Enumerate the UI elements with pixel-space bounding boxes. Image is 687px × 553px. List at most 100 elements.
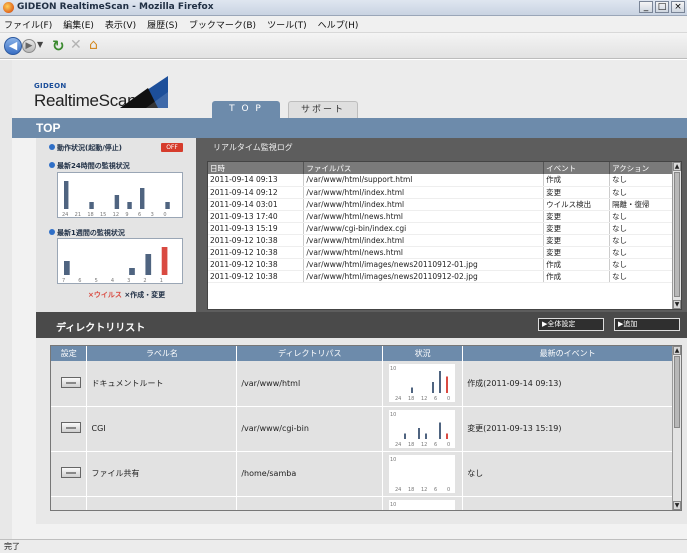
scroll-thumb[interactable] <box>674 356 680 428</box>
log-action: なし <box>609 186 674 199</box>
dir-latest-event: 作成(2011-09-14 09:13) <box>462 361 673 407</box>
directory-row[interactable]: ファイル共有/home/samba 10 24 18 12 6 0 なし <box>51 451 673 497</box>
dir-col-label: ラベル名 <box>86 346 238 361</box>
menu-history[interactable]: 履歴(S) <box>147 18 178 31</box>
settings-icon[interactable] <box>61 376 81 388</box>
dir-settings-cell <box>51 451 88 497</box>
log-col-filepath[interactable]: ファイルパス <box>303 162 545 174</box>
chart-tick-label: 2 <box>143 278 146 284</box>
log-title: リアルタイム監視ログ <box>213 143 293 152</box>
sparkline-tick-label: 18 <box>408 487 414 493</box>
dir-label: CGI <box>86 406 238 452</box>
log-row[interactable]: 2011-09-12 10:38/var/www/html/index.html… <box>208 234 674 247</box>
menu-view[interactable]: 表示(V) <box>105 18 136 31</box>
close-button[interactable]: × <box>671 1 685 13</box>
minimize-button[interactable]: _ <box>639 1 653 13</box>
add-directory-button[interactable]: ▶追加 <box>614 318 680 331</box>
sparkline-tick-label: 6 <box>434 396 437 402</box>
log-filepath: /var/www/html/news.html <box>303 246 545 259</box>
navigation-toolbar: ◀ ▶ ▼ ↻ ✕ ⌂ <box>0 33 687 59</box>
log-row[interactable]: 2011-09-14 09:13/var/www/html/support.ht… <box>208 174 674 187</box>
sparkline-tick-label: 12 <box>421 487 427 493</box>
log-col-action[interactable]: アクション <box>609 162 674 174</box>
scroll-up-icon[interactable]: ▲ <box>673 162 681 171</box>
settings-icon[interactable] <box>61 422 81 433</box>
log-row[interactable]: 2011-09-13 17:40/var/www/html/news.html 変… <box>208 210 674 223</box>
log-row[interactable]: 2011-09-13 15:19/var/www/cgi-bin/index.c… <box>208 222 674 235</box>
menu-help[interactable]: ヘルプ(H) <box>318 18 359 31</box>
stop-icon[interactable]: ✕ <box>70 37 82 53</box>
log-scrollbar[interactable]: ▲ ▼ <box>672 162 681 309</box>
log-event: 作成 <box>543 258 611 271</box>
forward-icon[interactable]: ▶ <box>22 39 36 53</box>
dir-label: ファイル共有 <box>86 451 238 497</box>
directory-scrollbar[interactable]: ▲ ▼ <box>672 346 681 510</box>
sparkline-bar <box>446 376 449 394</box>
history-dropdown-icon[interactable]: ▼ <box>37 40 43 49</box>
maximize-button[interactable]: □ <box>655 1 669 13</box>
log-datetime: 2011-09-14 03:01 <box>208 198 305 211</box>
scroll-up-icon[interactable]: ▲ <box>673 346 681 355</box>
directory-table-container[interactable]: 設定 ラベル名 ディレクトリパス 状況 最新のイベント ドキュメントルート/va… <box>50 345 682 511</box>
directory-row[interactable]: CGI/var/www/cgi-bin 10 24 18 12 6 0 変更(2011-09-… <box>51 406 673 452</box>
reload-icon[interactable]: ↻ <box>52 37 65 55</box>
sparkline-tick-label: 12 <box>421 442 427 448</box>
dir-status-cell: 1024181260 <box>382 451 464 497</box>
log-row[interactable]: 2011-09-12 10:38/var/www/html/images/new… <box>208 258 674 271</box>
home-icon[interactable]: ⌂ <box>89 37 98 53</box>
log-filepath: /var/www/html/index.html <box>303 234 545 247</box>
all-settings-button[interactable]: ▶全体設定 <box>538 318 604 331</box>
logo-brand: GIDEON <box>34 82 67 90</box>
sparkline-bar <box>432 382 435 394</box>
dir-latest-event <box>462 496 673 510</box>
chart-tick-label: 9 <box>125 212 128 218</box>
log-col-event[interactable]: イベント <box>543 162 611 174</box>
log-datetime: 2011-09-12 10:38 <box>208 258 305 271</box>
log-datetime: 2011-09-14 09:13 <box>208 174 305 187</box>
log-row[interactable]: 2011-09-14 03:01/var/www/html/index.html… <box>208 198 674 211</box>
log-datetime: 2011-09-12 10:38 <box>208 246 305 259</box>
tab-support[interactable]: サポート <box>288 101 358 118</box>
dir-label: ドキュメントルート <box>86 361 238 407</box>
menu-bookmarks[interactable]: ブックマーク(B) <box>189 18 256 31</box>
sparkline-max-label: 10 <box>390 502 396 508</box>
chart-bar <box>165 202 170 209</box>
back-icon[interactable]: ◀ <box>4 37 22 55</box>
firefox-icon <box>3 2 14 13</box>
tab-top[interactable]: T O P <box>212 101 280 118</box>
dir-latest-event: 変更(2011-09-13 15:19) <box>462 406 673 452</box>
log-action: なし <box>609 210 674 223</box>
settings-icon[interactable] <box>61 467 81 478</box>
scroll-down-icon[interactable]: ▼ <box>673 300 681 309</box>
sparkline-tick-label: 24 <box>395 487 401 493</box>
scroll-thumb[interactable] <box>674 172 680 297</box>
menu-edit[interactable]: 編集(E) <box>63 18 94 31</box>
status-dot-icon <box>49 162 55 168</box>
menu-tools[interactable]: ツール(T) <box>267 18 307 31</box>
directory-row[interactable]: 1024181260 <box>51 496 673 510</box>
directory-row[interactable]: ドキュメントルート/var/www/html 10 24 18 12 6 0 作成(2011-… <box>51 361 673 407</box>
menu-bar: ファイル(F) 編集(E) 表示(V) 履歴(S) ブックマーク(B) ツール(… <box>0 16 687 33</box>
log-datetime: 2011-09-13 17:40 <box>208 210 305 223</box>
log-col-datetime[interactable]: 日時 <box>208 162 305 174</box>
log-table-container[interactable]: 日時 ファイルパス イベント アクション 2011-09-14 09:13/va… <box>207 161 682 310</box>
log-row[interactable]: 2011-09-12 10:38/var/www/html/news.html 変… <box>208 246 674 259</box>
menu-file[interactable]: ファイル(F) <box>4 18 52 31</box>
dir-status-cell: 1024181260 <box>382 496 464 510</box>
scroll-down-icon[interactable]: ▼ <box>673 501 681 510</box>
chart-bar <box>89 202 94 209</box>
sparkline-background <box>389 499 456 510</box>
log-row[interactable]: 2011-09-14 09:12/var/www/html/index.html… <box>208 186 674 199</box>
log-row[interactable]: 2011-09-12 10:38/var/www/html/images/new… <box>208 270 674 283</box>
log-event: 作成 <box>543 174 611 187</box>
directory-list-title: ディレクトリリスト <box>56 323 146 334</box>
chart-tick-label: 18 <box>87 212 93 218</box>
chart-bar <box>64 181 69 209</box>
log-event: 変更 <box>543 222 611 235</box>
sparkline-max-label: 10 <box>390 366 396 372</box>
dir-path <box>236 496 384 510</box>
sparkline-tick-label: 0 <box>447 396 450 402</box>
off-toggle-button[interactable]: OFF <box>161 143 183 152</box>
sparkline-bar <box>411 387 414 394</box>
status-1week: 最新1週間の監視状況 <box>49 228 125 238</box>
